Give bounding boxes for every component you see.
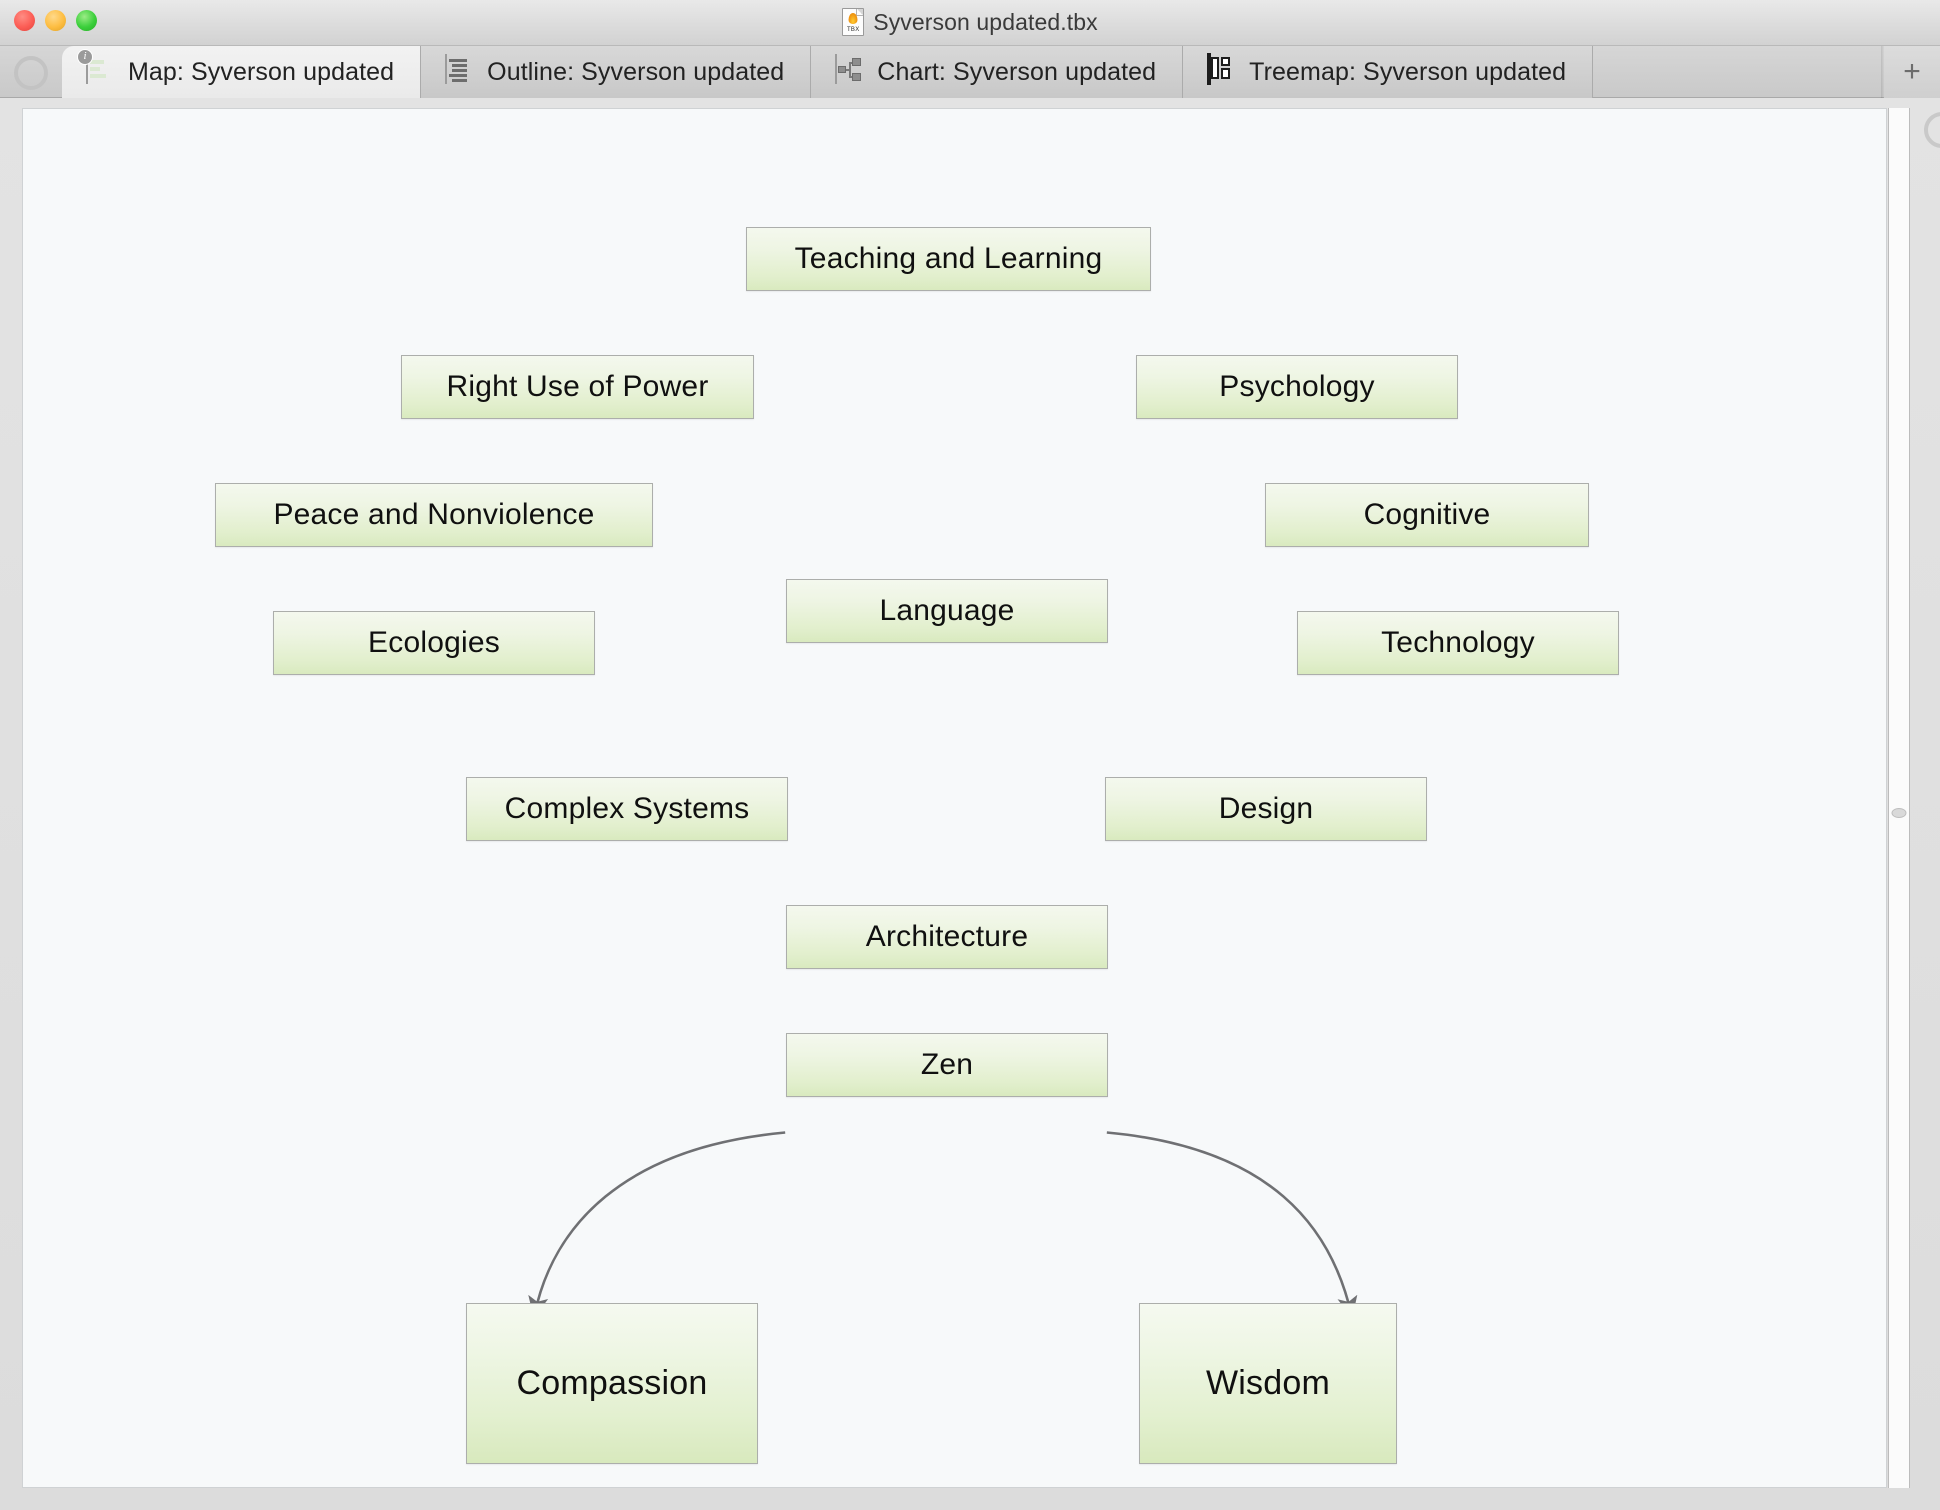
window-title: Syverson updated.tbx xyxy=(873,8,1098,35)
map-node-wisdom[interactable]: Wisdom xyxy=(1139,1303,1397,1464)
map-node-complex-systems[interactable]: Complex Systems xyxy=(466,777,788,841)
rail-resize-handle[interactable] xyxy=(1891,808,1907,818)
map-side-rail[interactable] xyxy=(1888,108,1910,1488)
map-links-layer xyxy=(528,1131,1358,1319)
outline-view-icon xyxy=(445,54,475,89)
map-view-icon: i xyxy=(77,49,116,89)
tinderbox-window: TBX Syverson updated.tbx i Map: Syverson… xyxy=(0,0,1940,1510)
link-zen-to-compassion[interactable] xyxy=(528,1131,786,1319)
treemap-view-icon xyxy=(1207,53,1237,89)
tab-label: Outline: Syverson updated xyxy=(487,57,785,86)
map-node-peace-and-nonviolence[interactable]: Peace and Nonviolence xyxy=(215,483,653,547)
node-title: Zen xyxy=(920,1048,974,1081)
node-title: Complex Systems xyxy=(504,792,750,825)
map-node-ecologies[interactable]: Ecologies xyxy=(273,611,595,675)
tab-strip: i Map: Syverson updated Outline: Syverso… xyxy=(62,46,1594,98)
node-title: Architecture xyxy=(865,920,1029,953)
page-fold xyxy=(856,9,864,16)
view-area: Teaching and Learning Right Use of Power… xyxy=(0,98,1940,1510)
node-title: Psychology xyxy=(1219,370,1375,403)
tbx-document-icon: TBX xyxy=(842,8,865,36)
node-title: Peace and Nonviolence xyxy=(273,498,595,531)
close-window-button[interactable] xyxy=(14,10,35,31)
window-controls xyxy=(14,10,97,31)
node-title: Cognitive xyxy=(1363,498,1491,531)
map-node-technology[interactable]: Technology xyxy=(1297,611,1619,675)
map-node-design[interactable]: Design xyxy=(1105,777,1427,841)
map-node-zen[interactable]: Zen xyxy=(786,1033,1108,1097)
node-title: Technology xyxy=(1381,626,1535,659)
map-node-psychology[interactable]: Psychology xyxy=(1136,355,1458,419)
node-title: Compassion xyxy=(516,1364,708,1402)
flame-glyph xyxy=(848,13,858,24)
map-node-language[interactable]: Language xyxy=(786,579,1108,643)
window-title-group: TBX Syverson updated.tbx xyxy=(0,8,1940,36)
new-tab-button[interactable]: + xyxy=(1884,46,1940,98)
tab-label: Chart: Syverson updated xyxy=(877,57,1157,86)
view-selector-circle-button[interactable] xyxy=(14,56,48,90)
node-title: Ecologies xyxy=(368,626,500,659)
map-canvas[interactable]: Teaching and Learning Right Use of Power… xyxy=(22,108,1887,1488)
node-title: Right Use of Power xyxy=(446,370,709,403)
chart-view-icon xyxy=(835,54,865,89)
tab-bar: i Map: Syverson updated Outline: Syverso… xyxy=(0,46,1940,98)
tab-treemap-syverson-updated[interactable]: Treemap: Syverson updated xyxy=(1183,46,1594,98)
maximize-window-button[interactable] xyxy=(76,10,97,31)
tab-chart-syverson-updated[interactable]: Chart: Syverson updated xyxy=(811,46,1184,98)
tab-outline-syverson-updated[interactable]: Outline: Syverson updated xyxy=(421,46,812,98)
info-badge-icon: i xyxy=(77,49,93,65)
map-node-cognitive[interactable]: Cognitive xyxy=(1265,483,1589,547)
map-node-architecture[interactable]: Architecture xyxy=(786,905,1108,969)
node-title: Design xyxy=(1218,792,1314,825)
map-node-right-use-of-power[interactable]: Right Use of Power xyxy=(401,355,754,419)
tab-map-syverson-updated[interactable]: i Map: Syverson updated xyxy=(62,46,422,98)
window-titlebar: TBX Syverson updated.tbx xyxy=(0,0,1940,46)
tab-label: Treemap: Syverson updated xyxy=(1249,57,1567,86)
map-node-teaching-and-learning[interactable]: Teaching and Learning xyxy=(746,227,1151,291)
node-title: Teaching and Learning xyxy=(794,242,1103,275)
link-zen-to-wisdom[interactable] xyxy=(1106,1131,1358,1319)
node-title: Wisdom xyxy=(1206,1364,1330,1402)
map-node-compassion[interactable]: Compassion xyxy=(466,1303,758,1464)
tbx-icon-label: TBX xyxy=(846,27,860,33)
rail-circle-button[interactable] xyxy=(1924,112,1940,148)
node-title: Language xyxy=(879,594,1015,627)
tab-label: Map: Syverson updated xyxy=(128,57,395,86)
minimize-window-button[interactable] xyxy=(45,10,66,31)
